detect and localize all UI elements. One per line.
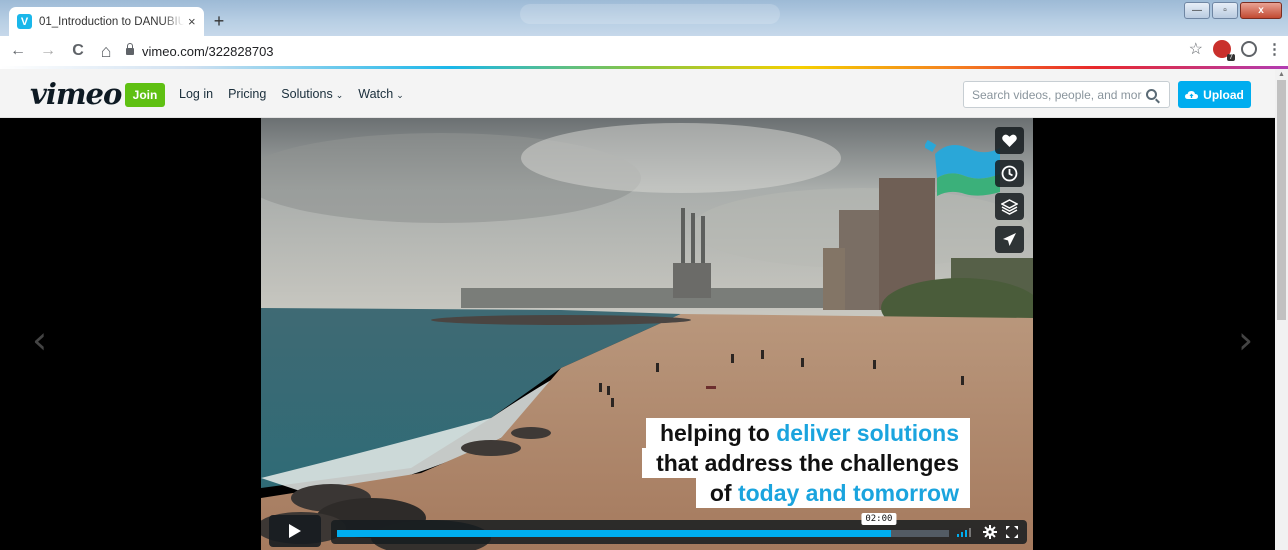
fullscreen-icon[interactable] bbox=[1006, 526, 1018, 538]
player-controls: 02:00 bbox=[269, 513, 1029, 547]
next-video-arrow[interactable]: › bbox=[1238, 318, 1253, 362]
address-bar[interactable]: vimeo.com/322828703 bbox=[126, 38, 1186, 64]
solutions-menu[interactable]: Solutions ⌄ bbox=[281, 87, 343, 101]
caption-text: of bbox=[709, 480, 738, 506]
vimeo-favicon-icon: V bbox=[17, 14, 32, 29]
page-scrollbar[interactable]: ▲ bbox=[1275, 69, 1288, 550]
play-button[interactable] bbox=[269, 515, 321, 547]
collections-button[interactable] bbox=[995, 193, 1024, 220]
watch-later-button[interactable] bbox=[995, 160, 1024, 187]
layers-icon bbox=[1001, 198, 1018, 215]
scroll-up-icon[interactable]: ▲ bbox=[1278, 71, 1285, 78]
caption-highlight: deliver solutions bbox=[776, 420, 959, 446]
caption-line: helping to deliver solutions bbox=[642, 418, 970, 448]
volume-bar bbox=[969, 528, 971, 537]
previous-video-arrow[interactable]: ‹ bbox=[32, 318, 47, 362]
tab-close-icon[interactable]: × bbox=[188, 14, 196, 29]
tab-title: 01_Introduction to DANUBIUS-RI bbox=[39, 15, 184, 28]
caption-line: of today and tomorrow bbox=[642, 478, 970, 508]
new-tab-button[interactable]: + bbox=[208, 11, 230, 31]
watch-label: Watch bbox=[358, 87, 394, 101]
reload-button[interactable]: C bbox=[66, 39, 90, 63]
search-icon[interactable] bbox=[1146, 89, 1157, 100]
progress-track[interactable]: 02:00 bbox=[337, 513, 949, 537]
browser-toolbar: ← → C ⌂ vimeo.com/322828703 ☆ 7 ⋮ bbox=[0, 36, 1288, 66]
extension-icon[interactable]: 7 bbox=[1213, 40, 1235, 61]
solutions-label: Solutions bbox=[281, 87, 333, 101]
home-button[interactable]: ⌂ bbox=[94, 39, 118, 63]
share-button[interactable] bbox=[995, 226, 1024, 253]
video-caption: helping to deliver solutions that addres… bbox=[642, 418, 970, 508]
watch-menu[interactable]: Watch ⌄ bbox=[358, 87, 404, 101]
caption-text: helping to bbox=[659, 420, 777, 446]
settings-gear-icon[interactable] bbox=[983, 525, 997, 539]
maximize-button[interactable]: ▫ bbox=[1212, 2, 1238, 19]
scrollbar-thumb[interactable] bbox=[1277, 80, 1286, 320]
caption-text: that address the challenges bbox=[656, 450, 959, 476]
chevron-down-icon: ⌄ bbox=[335, 90, 344, 100]
extension-badge: 7 bbox=[1227, 54, 1235, 61]
back-button[interactable]: ← bbox=[6, 39, 30, 63]
progress-fill bbox=[337, 530, 891, 537]
bookmark-star-icon[interactable]: ☆ bbox=[1189, 39, 1203, 59]
browser-tab[interactable]: V 01_Introduction to DANUBIUS-RI × bbox=[9, 7, 204, 36]
video-side-actions bbox=[995, 127, 1024, 253]
video-stage: ‹ › helping to deliver solutions that ad… bbox=[0, 118, 1275, 550]
lock-icon bbox=[126, 42, 134, 55]
controls-bar: 02:00 bbox=[331, 513, 1027, 544]
volume-bar bbox=[957, 534, 959, 537]
search-box bbox=[963, 81, 1170, 108]
caption-line: that address the challenges bbox=[642, 448, 970, 478]
minimize-button[interactable]: — bbox=[1184, 2, 1210, 19]
like-button[interactable] bbox=[995, 127, 1024, 154]
caption-highlight: today and tomorrow bbox=[737, 480, 959, 506]
browser-menu-icon[interactable]: ⋮ bbox=[1267, 40, 1282, 58]
heart-icon bbox=[1002, 134, 1017, 147]
close-window-button[interactable]: x bbox=[1240, 2, 1282, 19]
tabstrip-decoration bbox=[520, 4, 780, 24]
vimeo-header: vimeo Join Log in Pricing Solutions ⌄ Wat… bbox=[0, 69, 1275, 118]
window-controls: — ▫ x bbox=[1184, 2, 1282, 19]
upload-button[interactable]: Upload bbox=[1178, 81, 1251, 108]
pricing-link[interactable]: Pricing bbox=[228, 87, 266, 101]
join-button[interactable]: Join bbox=[125, 83, 165, 107]
profile-icon[interactable] bbox=[1241, 41, 1257, 57]
paper-plane-icon bbox=[1003, 233, 1016, 246]
volume-bar bbox=[961, 532, 963, 537]
login-link[interactable]: Log in bbox=[179, 87, 213, 101]
header-nav: Log in Pricing Solutions ⌄ Watch ⌄ bbox=[179, 87, 404, 101]
browser-tab-strip: V 01_Introduction to DANUBIUS-RI × + — ▫… bbox=[0, 0, 1288, 36]
clock-icon bbox=[1001, 165, 1018, 182]
url-text: vimeo.com/322828703 bbox=[142, 43, 274, 59]
toolbar-actions: ☆ 7 ⋮ bbox=[1189, 39, 1282, 61]
volume-bar bbox=[965, 530, 967, 537]
volume-control[interactable] bbox=[957, 528, 971, 537]
chevron-down-icon: ⌄ bbox=[396, 90, 404, 100]
play-icon bbox=[289, 524, 301, 538]
time-tooltip: 02:00 bbox=[861, 513, 897, 525]
cloud-upload-icon bbox=[1185, 90, 1199, 99]
forward-button[interactable]: → bbox=[36, 39, 60, 63]
upload-label: Upload bbox=[1203, 87, 1244, 102]
search-input[interactable] bbox=[972, 87, 1142, 102]
vimeo-logo[interactable]: vimeo bbox=[30, 77, 122, 111]
